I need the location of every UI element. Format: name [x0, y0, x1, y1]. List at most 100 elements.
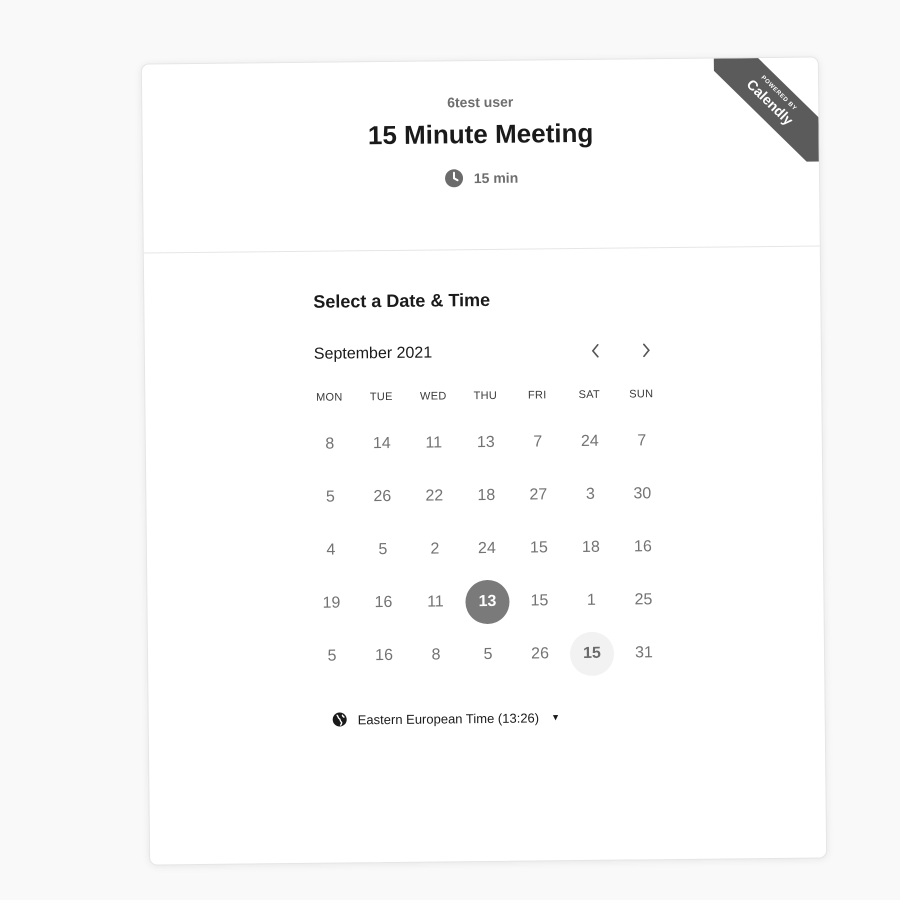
calendar-day-cell: 22: [408, 469, 461, 523]
calendar-day-cell: 16: [617, 520, 670, 574]
calendar-day-cell: 25: [617, 573, 670, 627]
calendar-day[interactable]: 26: [360, 474, 404, 518]
calendar-day[interactable]: 7: [516, 420, 560, 464]
calendar-day[interactable]: 19: [309, 581, 353, 625]
calendar-day[interactable]: 26: [518, 632, 562, 676]
calendar-day[interactable]: 3: [568, 472, 612, 516]
calendar-day-cell: 24: [564, 415, 617, 469]
timezone-label: Eastern European Time (13:26): [357, 709, 540, 727]
day-of-week-header: MON TUE WED THU FRI SAT SUN: [303, 388, 667, 404]
timezone-selector[interactable]: Eastern European Time (13:26) ▼: [332, 709, 560, 727]
calendar-day-cell: 5: [306, 629, 359, 683]
calendar-day-cell: 11: [408, 416, 461, 470]
calendar-day-cell: 19: [305, 576, 358, 630]
calendar-day-cell: 24: [461, 522, 514, 576]
calendar-day[interactable]: 27: [516, 473, 560, 517]
calendar-day-cell: 16: [358, 629, 411, 683]
calendar-grid: MON TUE WED THU FRI SAT SUN 8 14 11 13 7 24 7 5 26 22 18…: [303, 388, 670, 683]
calendar-day-cell: 31: [618, 626, 671, 680]
calendar-day-cell: 11: [409, 575, 462, 629]
calendar-day-cell: 8: [410, 628, 463, 682]
day-of-week-label: WED: [419, 390, 447, 403]
calendar-day[interactable]: 16: [361, 580, 405, 624]
calendar-day[interactable]: 18: [569, 525, 613, 569]
powered-by-ribbon[interactable]: POWERED BY Calendly: [713, 57, 819, 163]
calendar-day-cell: 27: [512, 468, 565, 522]
day-of-week-label: THU: [473, 389, 498, 403]
calendar-day[interactable]: 11: [413, 580, 457, 624]
calendar-day[interactable]: 16: [621, 525, 665, 569]
calendar-day-today[interactable]: 15: [569, 631, 615, 676]
day-of-week-label: TUE: [369, 390, 393, 404]
calendar-day[interactable]: 1: [569, 578, 613, 622]
calendar-week-row: 19 16 11 13 15 1 25: [305, 573, 670, 630]
calendar-day[interactable]: 7: [620, 419, 664, 463]
day-of-week-label: FRI: [527, 389, 547, 402]
next-month-button[interactable]: [634, 338, 658, 362]
chevron-left-icon: [591, 344, 599, 358]
calendar-day-cell: 2: [409, 522, 462, 576]
globe-icon: [332, 711, 348, 727]
calendar-day-cell: 7: [616, 414, 669, 468]
calendar-day[interactable]: 24: [568, 419, 612, 463]
calendar-week-row: 8 14 11 13 7 24 7: [304, 414, 669, 471]
calendar-day[interactable]: 4: [309, 528, 353, 572]
event-duration: 15 min: [143, 164, 819, 191]
day-of-week-label: SUN: [629, 388, 654, 401]
calendar-day-cell: 14: [356, 417, 409, 471]
calendar-day-cell: 16: [357, 576, 410, 630]
calendar-day[interactable]: 15: [517, 526, 561, 570]
calendar-day-cell: 8: [304, 417, 357, 471]
prev-month-button[interactable]: [584, 339, 608, 363]
calendar-day-cell: 5: [357, 523, 410, 577]
calendar-day[interactable]: 2: [413, 527, 457, 571]
calendar-day-cell: 13: [460, 416, 513, 470]
calendar-day-cell: 3: [564, 468, 617, 522]
calendar-day[interactable]: 15: [517, 579, 561, 623]
calendar-day[interactable]: 31: [622, 631, 666, 675]
booking-card: POWERED BY Calendly 6test user 15 Minute…: [140, 56, 828, 866]
calendar-day[interactable]: 18: [464, 473, 508, 517]
day-of-week-label: SAT: [578, 388, 601, 402]
calendar-day-cell: 26: [514, 627, 567, 681]
calendar-day[interactable]: 5: [466, 632, 510, 676]
calendar-day[interactable]: 11: [412, 421, 456, 465]
calendar-day[interactable]: 5: [308, 475, 352, 519]
month-navigation: September 2021: [314, 342, 659, 370]
calendar-day-cell: 15: [513, 574, 566, 628]
calendar-day-cell: 30: [616, 467, 669, 521]
calendar-day-cell: 18: [460, 469, 513, 523]
calendar-day-cell: 1: [565, 574, 618, 628]
select-date-heading: Select a Date & Time: [313, 289, 491, 312]
calendar-day-selected[interactable]: 13: [465, 579, 510, 624]
page: POWERED BY Calendly 6test user 15 Minute…: [0, 0, 900, 900]
calendar-day-cell: 7: [512, 415, 565, 469]
calendar-day-cell: 13: [461, 575, 514, 629]
month-label: September 2021: [313, 344, 433, 363]
calendar-day[interactable]: 13: [464, 420, 508, 464]
chevron-right-icon: [642, 343, 650, 358]
calendar-day[interactable]: 8: [414, 633, 458, 677]
calendar-day[interactable]: 25: [621, 578, 665, 622]
calendar-day[interactable]: 30: [620, 472, 664, 516]
calendar-day[interactable]: 14: [360, 421, 404, 465]
calendly-brand: Calendly: [743, 75, 797, 129]
calendar-day-cell: 18: [565, 521, 618, 575]
calendar-day-cell: 15: [513, 521, 566, 575]
caret-down-icon: ▼: [551, 712, 561, 723]
calendar-day-cell: 4: [305, 523, 358, 577]
calendar-week-row: 5 26 22 18 27 3 30: [304, 467, 669, 524]
calendar-day-cell: 26: [356, 470, 409, 524]
clock-icon: [444, 168, 464, 188]
calendar-day-cell: 15: [566, 627, 619, 681]
calendar-day[interactable]: 5: [310, 634, 354, 678]
calendar-day[interactable]: 22: [412, 474, 456, 518]
duration-label: 15 min: [473, 169, 519, 187]
calendar-day[interactable]: 8: [308, 422, 352, 466]
calendar-day[interactable]: 24: [465, 526, 509, 570]
calendar-day-cell: 5: [304, 470, 357, 524]
calendar-weeks: 8 14 11 13 7 24 7 5 26 22 18 27 3 30 4 5 2 24 15 18 16 19 16 11…: [304, 414, 671, 683]
day-of-week-label: MON: [315, 391, 343, 404]
calendar-day[interactable]: 5: [361, 527, 405, 571]
calendar-day[interactable]: 16: [362, 633, 406, 677]
